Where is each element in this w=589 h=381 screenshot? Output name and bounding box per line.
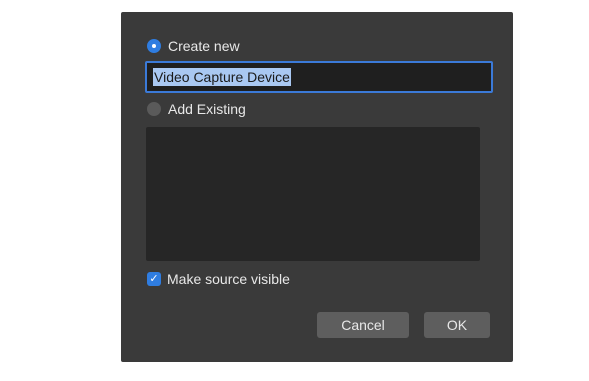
- add-existing-radio[interactable]: [147, 102, 161, 116]
- add-existing-label: Add Existing: [168, 101, 246, 117]
- make-visible-checkbox[interactable]: ✓: [147, 272, 161, 286]
- source-name-value: Video Capture Device: [153, 68, 291, 86]
- make-visible-option[interactable]: ✓ Make source visible: [147, 271, 290, 287]
- create-new-option[interactable]: Create new: [147, 38, 240, 54]
- make-visible-label: Make source visible: [167, 271, 290, 287]
- create-new-radio[interactable]: [147, 39, 161, 53]
- ok-button[interactable]: OK: [424, 312, 490, 338]
- cancel-button[interactable]: Cancel: [317, 312, 409, 338]
- add-source-dialog: Create new Video Capture Device Add Exis…: [121, 12, 513, 362]
- add-existing-option[interactable]: Add Existing: [147, 101, 246, 117]
- create-new-label: Create new: [168, 38, 240, 54]
- checkmark-icon: ✓: [149, 273, 159, 285]
- existing-sources-list[interactable]: [146, 127, 480, 261]
- source-name-input[interactable]: Video Capture Device: [145, 61, 493, 93]
